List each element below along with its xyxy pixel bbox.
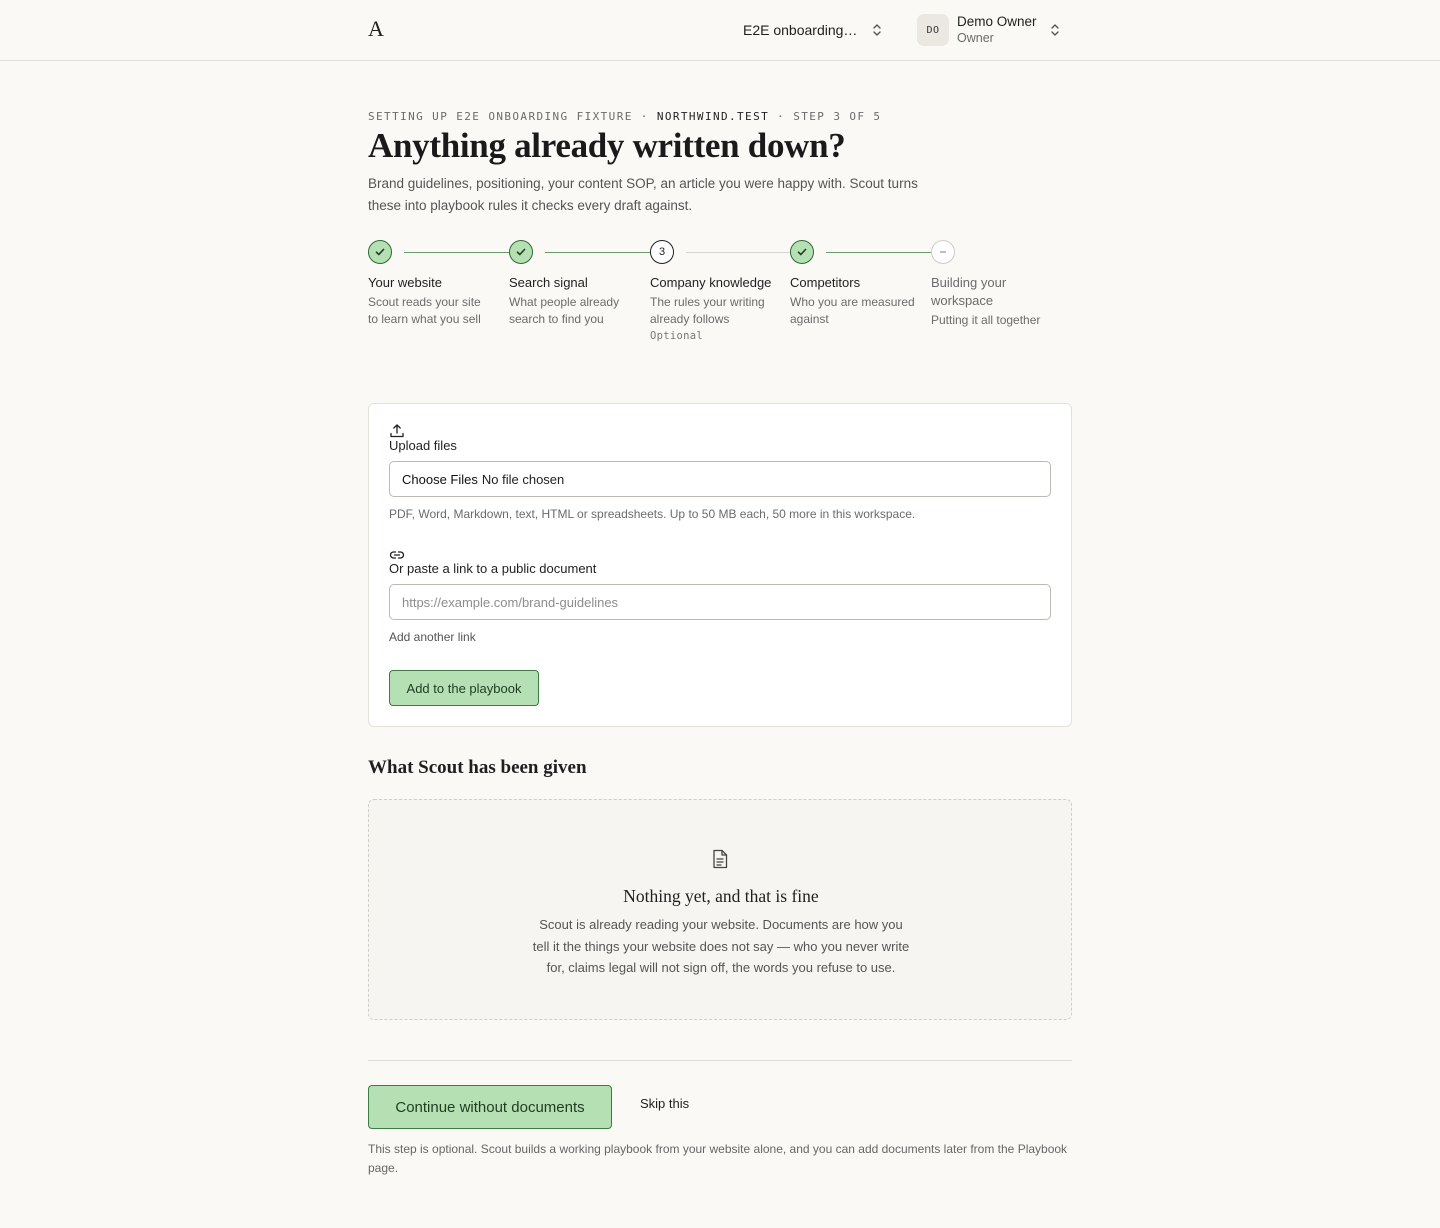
upload-icon [390,424,404,438]
page-intro: Brand guidelines, positioning, your cont… [368,176,918,213]
document-url-input[interactable] [389,584,1051,620]
chevron-up-down-icon [1051,24,1059,36]
add-to-playbook-button[interactable]: Add to the playbook [389,670,539,706]
step-desc: Scout reads your site to learn what you … [368,295,481,326]
optional-tag: Optional [650,330,703,342]
check-icon [509,240,533,264]
user-info: Demo Owner Owner [957,13,1041,47]
step-label: Competitors [790,275,861,290]
eyebrow-domain: NORTHWIND.TEST [656,110,770,123]
link-label: Or paste a link to a public document [389,561,597,576]
workspace-name: E2E onboarding fi… [743,22,861,38]
eyebrow-suffix: · STEP 3 OF 5 [769,110,882,123]
document-icon [713,849,728,869]
app-logo[interactable]: A [368,16,384,42]
avatar: DO [917,14,949,46]
workspace-switcher[interactable]: E2E onboarding fi… [743,0,883,60]
step-building-workspace: Building your workspace Putting it all t… [931,240,1056,329]
user-role: Owner [957,31,994,45]
step-label: Company knowledge [650,275,772,290]
optional-footnote: This step is optional. Scout builds a wo… [368,1142,1068,1175]
step-your-website[interactable]: Your website Scout reads your site to le… [368,240,493,328]
step-competitors[interactable]: Competitors Who you are measured against [790,240,915,328]
upload-files-label: Upload files [389,438,457,453]
continue-without-documents-button[interactable]: Continue without documents [368,1085,612,1129]
check-icon [790,240,814,264]
step-company-knowledge: 3 Company knowledge The rules your writi… [650,240,775,342]
step-desc: What people already search to find you [509,295,620,326]
divider [368,1060,1072,1061]
user-switcher[interactable]: DO Demo Owner Owner [917,13,1061,47]
link-icon [389,551,405,559]
empty-state-title: Nothing yet, and that is fine [623,886,819,906]
upload-card: Upload files Choose Files No file chosen… [368,403,1072,727]
step-label: Building your workspace [931,275,1007,308]
section-title: What Scout has been given [368,757,587,778]
top-bar: A E2E onboarding fi… DO Demo Owner Owner [0,0,1440,61]
progress-stepper: Your website Scout reads your site to le… [368,240,1072,370]
page-title: Anything already written down? [368,126,846,165]
upload-hint: PDF, Word, Markdown, text, HTML or sprea… [389,507,916,521]
chevron-up-down-icon [873,24,881,36]
file-status: No file chosen [481,471,565,487]
empty-state: Nothing yet, and that is fine Scout is a… [368,799,1072,1020]
step-desc: The rules your writing already follows [650,295,765,326]
step-label: Search signal [509,275,588,290]
step-label: Your website [368,275,442,290]
empty-state-body: Scout is already reading your website. D… [532,917,910,975]
step-desc: Who you are measured against [790,295,915,326]
dash-icon [931,240,955,264]
skip-button[interactable]: Skip this [640,1096,689,1111]
eyebrow-prefix: SETTING UP E2E ONBOARDING FIXTURE · [368,110,657,123]
step-desc: Putting it all together [931,313,1041,327]
user-name: Demo Owner [957,14,1037,29]
check-icon [368,240,392,264]
step-number-badge: 3 [650,240,674,264]
step-eyebrow: SETTING UP E2E ONBOARDING FIXTURE · NORT… [368,110,881,123]
step-search-signal[interactable]: Search signal What people already search… [509,240,634,328]
choose-files-button[interactable]: Choose Files [402,472,478,487]
add-another-link[interactable]: Add another link [389,630,476,644]
file-input[interactable]: Choose Files No file chosen [389,461,1051,497]
